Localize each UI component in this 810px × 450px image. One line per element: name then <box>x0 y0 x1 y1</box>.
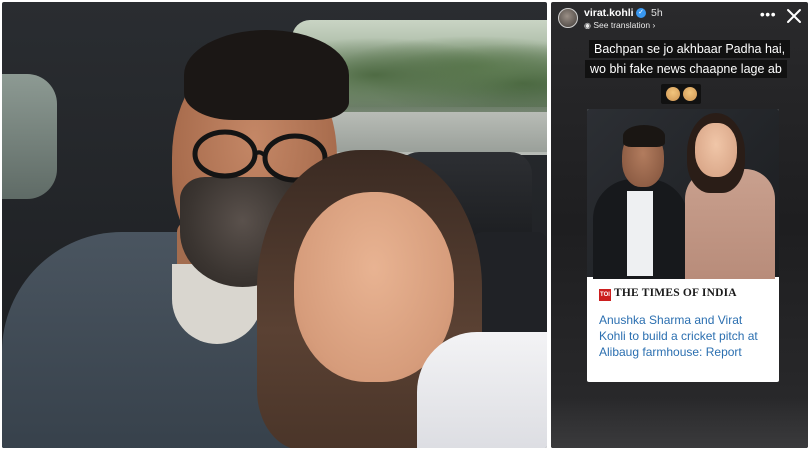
close-icon[interactable] <box>785 7 803 25</box>
man-hair <box>184 30 349 120</box>
translate-icon: ◉ <box>584 21 591 30</box>
news-headline[interactable]: Anushka Sharma and Virat Kohli to build … <box>599 312 771 360</box>
news-card[interactable]: TOI THE TIMES OF INDIA Anushka Sharma an… <box>587 109 779 382</box>
toi-logo-icon: TOI <box>599 289 611 301</box>
avatar[interactable] <box>558 8 578 28</box>
news-photo-man-hair <box>623 125 665 147</box>
woman-white-top <box>417 332 547 448</box>
news-photo-woman-head <box>695 123 737 177</box>
verified-badge-icon: ✓ <box>636 8 646 18</box>
selfie-photo <box>2 2 547 448</box>
story-bottom-fade <box>551 397 808 448</box>
instagram-story[interactable]: virat.kohli ✓ 5h ◉ See translation › •••… <box>551 2 808 448</box>
story-caption-line-1: Bachpan se jo akhbaar Padha hai, <box>589 40 791 58</box>
story-caption-line-2: wo bhi fake news chaapne lage ab <box>585 60 787 78</box>
chevron-right-icon: › <box>652 20 656 30</box>
see-translation-label: See translation <box>593 20 651 30</box>
facepalm-emoji-icon <box>666 87 680 101</box>
news-photo-man-shirt <box>627 191 653 276</box>
news-photo <box>587 109 779 279</box>
story-username[interactable]: virat.kohli <box>584 7 634 19</box>
story-timestamp: 5h <box>651 7 663 19</box>
news-brand-name: THE TIMES OF INDIA <box>614 287 737 299</box>
story-header: virat.kohli ✓ 5h ◉ See translation › ••• <box>551 2 808 34</box>
shrug-emoji-icon <box>683 87 697 101</box>
emoji-sticker <box>661 84 701 104</box>
see-translation-link[interactable]: ◉ See translation › <box>584 20 655 30</box>
news-brand: TOI THE TIMES OF INDIA <box>599 287 774 305</box>
car-side-window <box>2 74 57 199</box>
more-options-icon[interactable]: ••• <box>759 7 777 24</box>
road-outside <box>302 112 547 152</box>
